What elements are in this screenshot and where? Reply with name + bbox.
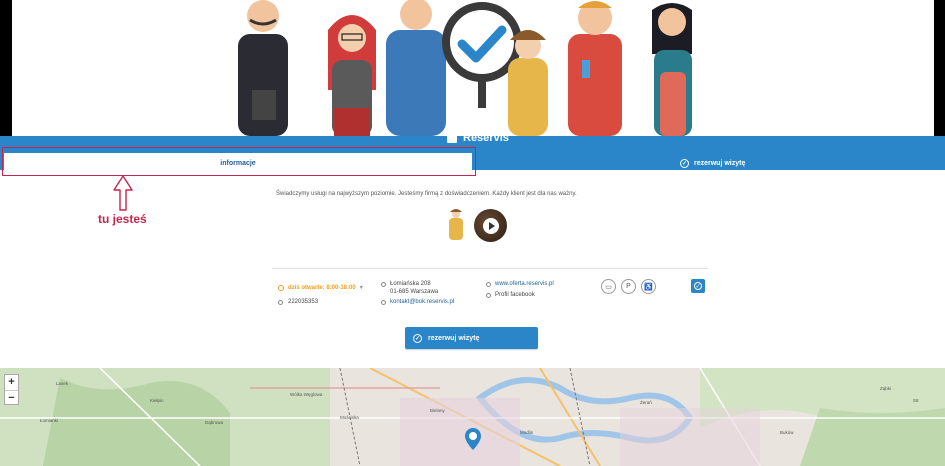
play-icon xyxy=(489,222,495,230)
email-icon xyxy=(381,300,386,305)
parking-icon: P xyxy=(621,279,636,294)
gallery-thumbnail-1[interactable] xyxy=(444,208,468,242)
map-label: S8 xyxy=(913,398,919,403)
check-circle-icon: ✓ xyxy=(680,159,689,168)
annotation-arrow-icon xyxy=(113,175,133,211)
chevron-down-icon: ▾ xyxy=(359,285,363,291)
facebook-icon xyxy=(486,293,491,298)
map-label: Wólka Węglowa xyxy=(290,392,323,397)
map-label: Modlin xyxy=(520,430,534,435)
facebook-link[interactable]: Profil facebook xyxy=(495,292,535,298)
address-line1: Łomiańska 208 xyxy=(390,281,431,287)
check-circle-icon: ✓ xyxy=(694,282,702,290)
tab-rezerwuj-wizyte[interactable]: ✓ rezerwuj wizytę xyxy=(680,159,745,168)
reservis-logo-icon xyxy=(442,2,522,108)
globe-icon xyxy=(486,282,491,287)
location-icon xyxy=(381,282,386,287)
book-icon xyxy=(447,133,457,143)
wheelchair-icon: ♿ xyxy=(641,279,656,294)
frame-left xyxy=(0,0,12,136)
annotation-highlight-box xyxy=(2,147,476,176)
clock-icon xyxy=(278,284,284,291)
map-pin-icon[interactable] xyxy=(464,427,482,451)
frame-right xyxy=(934,0,945,136)
map-label: Lasek xyxy=(56,381,69,386)
character-1 xyxy=(238,0,288,136)
phone-number: 222035353 xyxy=(288,299,319,305)
company-description: Świadczymy usługi na najwyższym poziomie… xyxy=(276,191,577,197)
zoom-out-button[interactable]: − xyxy=(5,391,18,406)
opening-hours[interactable]: dziś otwarte: 8:00-18:00 ▾ xyxy=(278,284,363,291)
book-visit-label: rezerwuj wizytę xyxy=(428,334,480,342)
annotation-text: tu jesteś xyxy=(98,212,147,226)
map-zoom-control: + − xyxy=(4,374,19,405)
map-label: Bielany xyxy=(430,408,445,413)
opening-hours-text: dziś otwarte: 8:00-18:00 xyxy=(288,284,356,291)
card-payment-icon: ▭ xyxy=(601,279,616,294)
quick-book-button[interactable]: ✓ xyxy=(691,279,705,293)
address-line2: 01-685 Warszawa xyxy=(390,289,439,295)
brand: Reservis xyxy=(447,130,509,146)
tab-rezerwuj-label: rezerwuj wizytę xyxy=(694,160,746,167)
character-5 xyxy=(568,1,622,136)
map-label: Buków xyxy=(780,430,794,435)
character-3 xyxy=(386,0,446,136)
book-visit-button[interactable]: ✓ rezerwuj wizytę xyxy=(405,327,538,349)
character-2 xyxy=(328,15,376,136)
map-label: Kiełpin xyxy=(150,398,164,403)
map-label: Łomianki xyxy=(40,418,59,423)
check-circle-icon: ✓ xyxy=(413,333,422,343)
map-label: Mościska xyxy=(340,415,359,420)
map[interactable] xyxy=(0,368,945,466)
hero-illustration xyxy=(12,0,934,136)
character-6 xyxy=(652,3,692,136)
phone-icon xyxy=(278,300,283,305)
brand-name: Reservis xyxy=(463,132,509,144)
email-link[interactable]: kontakt@bok.reservis.pl xyxy=(390,299,454,305)
zoom-in-button[interactable]: + xyxy=(5,375,18,391)
map-label: Żerań xyxy=(640,400,652,405)
divider xyxy=(272,268,708,269)
map-label: Dąbrowa xyxy=(205,420,224,425)
map-label: Ząbki xyxy=(880,386,892,391)
website-link[interactable]: www.oferta.reservis.pl xyxy=(495,281,554,287)
